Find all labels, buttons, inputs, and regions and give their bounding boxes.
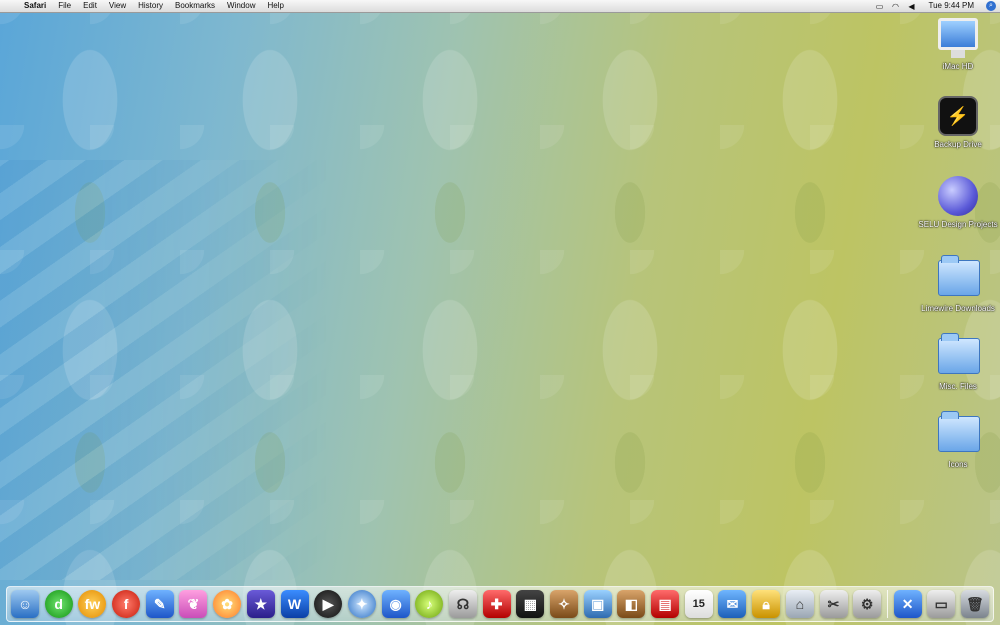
menu-bookmarks[interactable]: Bookmarks bbox=[169, 0, 221, 12]
desktop-icon-backup-drive[interactable]: ⚡ Backup Drive bbox=[918, 96, 998, 149]
folder-icon bbox=[938, 411, 980, 456]
menu-help[interactable]: Help bbox=[261, 0, 289, 12]
apple-folder-icon bbox=[938, 176, 978, 216]
desktop-icon-selu-design-projects[interactable]: SELU Design Projects bbox=[918, 176, 998, 229]
desktop-icon-label: Icons bbox=[948, 460, 968, 469]
dreamweaver-icon[interactable]: d bbox=[44, 590, 73, 618]
desktop-icon-label: Misc. Files bbox=[939, 382, 977, 391]
hard-drive-icon bbox=[938, 18, 978, 58]
wallpaper-stripes bbox=[0, 160, 330, 580]
imovie-icon[interactable]: ▦ bbox=[516, 590, 545, 618]
home-icon[interactable]: ⌂ bbox=[785, 590, 814, 618]
desktop-icon-icons[interactable]: Icons bbox=[918, 410, 998, 469]
menu-status-area: ▭ ◠ ◀ Tue 9:44 PM ⌕ bbox=[874, 0, 1000, 12]
firewire-drive-icon: ⚡ bbox=[938, 96, 978, 136]
iphoto-icon[interactable]: ▣ bbox=[583, 590, 612, 618]
desktop-icon-imac-hd[interactable]: iMac HD bbox=[918, 18, 998, 71]
applications-icon[interactable]: ✕ bbox=[893, 590, 922, 618]
menu-bar: Safari File Edit View History Bookmarks … bbox=[0, 0, 1000, 13]
fireworks-icon[interactable]: fw bbox=[78, 590, 107, 618]
desktop-icon-label: Backup Drive bbox=[934, 140, 982, 149]
utility-icon[interactable]: ✂ bbox=[819, 590, 848, 618]
documents-icon[interactable]: ▭ bbox=[927, 590, 956, 618]
dock-separator bbox=[886, 590, 888, 618]
apple-settings-icon[interactable]: ⚙ bbox=[853, 590, 882, 618]
menu-app-name[interactable]: Safari bbox=[18, 0, 52, 12]
desktop-icon-label: Limewire Downloads bbox=[921, 304, 995, 313]
mail-icon[interactable]: ✉ bbox=[718, 590, 747, 618]
headphones-icon[interactable]: ☊ bbox=[448, 590, 477, 618]
feather-icon[interactable]: ✎ bbox=[145, 590, 174, 618]
desktop-icon-limewire-downloads[interactable]: Limewire Downloads bbox=[918, 254, 998, 313]
menu-view[interactable]: View bbox=[103, 0, 132, 12]
ichat-icon[interactable]: ▶ bbox=[314, 590, 343, 618]
star-icon[interactable]: ★ bbox=[246, 590, 275, 618]
desktop-icon-label: SELU Design Projects bbox=[918, 220, 998, 229]
safari-icon[interactable]: ✦ bbox=[347, 590, 376, 618]
folder-icon bbox=[938, 255, 980, 300]
volume-icon[interactable]: ◀ bbox=[906, 1, 916, 11]
preview-icon[interactable]: ◧ bbox=[617, 590, 646, 618]
menu-file[interactable]: File bbox=[52, 0, 77, 12]
acrobat-icon[interactable]: ✚ bbox=[482, 590, 511, 618]
flash-icon[interactable]: f bbox=[112, 590, 141, 618]
dock: ☺ d fw f ✎ ❦ ✿ ★ W ▶ ✦ ◉ ♪ ☊ ✚ ▦ ✧ ▣ ◧ ▤… bbox=[6, 586, 994, 622]
film-icon[interactable]: ▤ bbox=[651, 590, 680, 618]
trash-icon[interactable]: 🗑︎ bbox=[960, 590, 989, 618]
keychain-icon[interactable]: 🔒︎ bbox=[752, 590, 781, 618]
spotlight-icon[interactable]: ⌕ bbox=[986, 1, 996, 11]
folder-icon bbox=[938, 333, 980, 378]
itunes-icon[interactable]: ♪ bbox=[415, 590, 444, 618]
lock-icon[interactable]: ✧ bbox=[550, 590, 578, 618]
globe-icon[interactable]: ◉ bbox=[381, 590, 410, 618]
butterfly-icon[interactable]: ❦ bbox=[179, 590, 208, 618]
desktop-icon-misc-files[interactable]: Misc. Files bbox=[918, 332, 998, 391]
desktop-icon-label: iMac HD bbox=[942, 62, 974, 71]
screen-icon[interactable]: ▭ bbox=[874, 1, 884, 11]
ical-icon[interactable]: 15 bbox=[684, 590, 713, 618]
wifi-icon[interactable]: ◠ bbox=[890, 1, 900, 11]
word-icon[interactable]: W bbox=[280, 590, 309, 618]
flower-icon[interactable]: ✿ bbox=[213, 590, 242, 618]
finder-icon[interactable]: ☺ bbox=[11, 590, 39, 618]
menu-history[interactable]: History bbox=[132, 0, 169, 12]
menu-clock[interactable]: Tue 9:44 PM bbox=[922, 0, 980, 12]
menu-window[interactable]: Window bbox=[221, 0, 261, 12]
menu-edit[interactable]: Edit bbox=[77, 0, 103, 12]
